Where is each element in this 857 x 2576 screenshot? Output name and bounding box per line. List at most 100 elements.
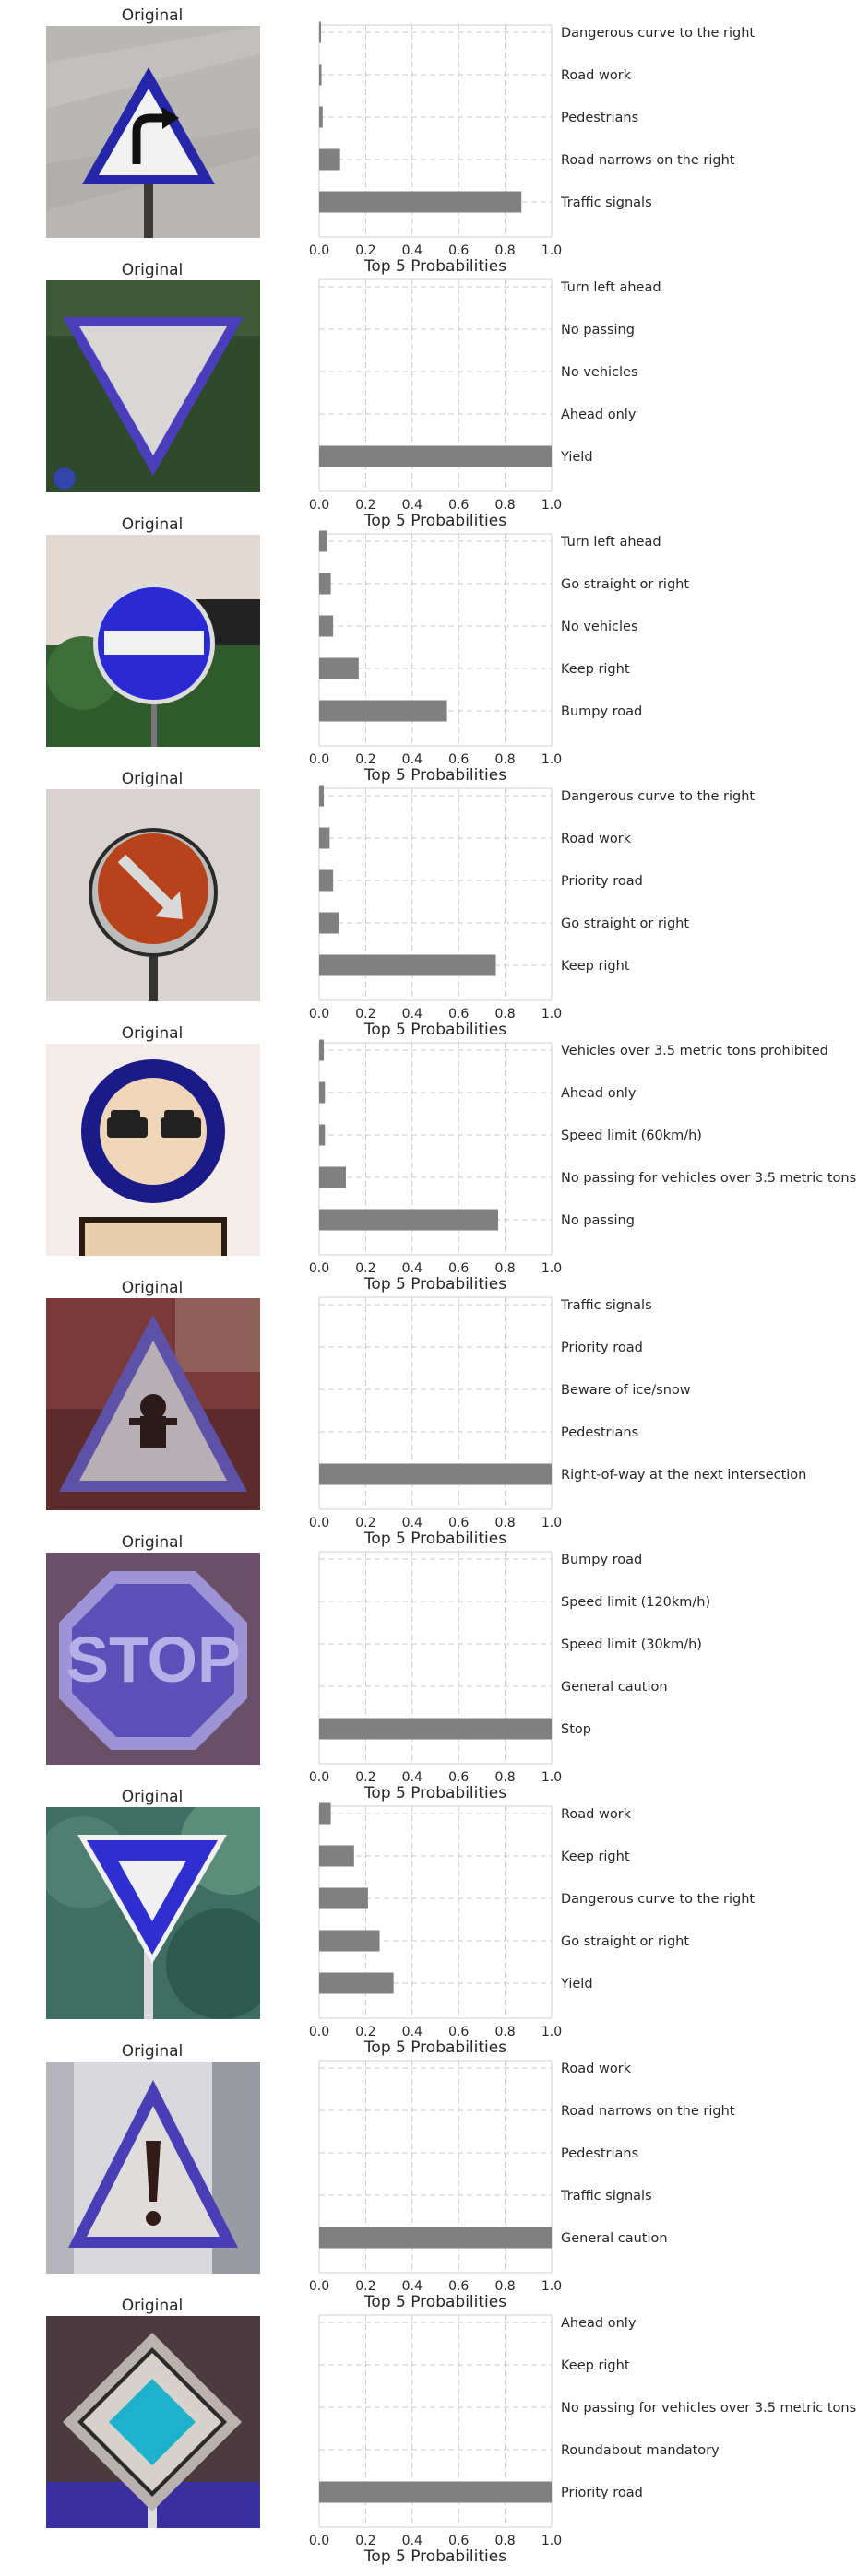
figure-grid: Original Traffic signals Road narrows on … bbox=[0, 0, 857, 2576]
probability-chart: Yield Go straight or right Dangerous curve… bbox=[304, 1792, 857, 2057]
probability-bar bbox=[319, 1081, 326, 1104]
probability-chart-svg: Priority road Roundabout mandatory No pass… bbox=[309, 2314, 856, 2566]
category-label: Go straight or right bbox=[561, 577, 689, 592]
x-tick-label: 0.2 bbox=[355, 243, 375, 258]
category-label: Traffic signals bbox=[560, 2189, 652, 2204]
image-title: Original bbox=[121, 2297, 184, 2315]
x-tick-label: 0.2 bbox=[355, 1261, 375, 1276]
x-tick-label: 0.0 bbox=[309, 498, 329, 513]
category-label: Road narrows on the right bbox=[561, 2104, 735, 2119]
probability-bar bbox=[319, 827, 330, 849]
probability-bar bbox=[319, 2481, 552, 2503]
category-label: No passing bbox=[561, 323, 635, 337]
x-tick-label: 0.2 bbox=[355, 1770, 375, 1785]
probability-bar bbox=[319, 912, 339, 934]
image-title: Original bbox=[121, 261, 184, 279]
category-label: General caution bbox=[561, 1680, 668, 1695]
x-tick-label: 0.0 bbox=[309, 1516, 329, 1530]
category-label: Ahead only bbox=[561, 1086, 637, 1101]
image-title: Original bbox=[121, 6, 184, 25]
probability-bar bbox=[319, 64, 322, 86]
x-tick-label: 1.0 bbox=[542, 243, 562, 258]
x-tick-label: 0.6 bbox=[448, 1770, 469, 1785]
category-label: Turn left ahead bbox=[560, 280, 661, 295]
probability-bar bbox=[319, 954, 496, 976]
category-label: No passing for vehicles over 3.5 metric … bbox=[561, 1171, 856, 1186]
probability-bar bbox=[319, 1039, 325, 1061]
category-label: Bumpy road bbox=[561, 1553, 642, 1567]
no-passing-sign-icon bbox=[46, 1044, 260, 1256]
probability-chart: No passing No passing for vehicles over 3… bbox=[304, 1029, 857, 1294]
x-tick-label: 1.0 bbox=[542, 1770, 562, 1785]
probability-chart-svg: Yield Go straight or right Dangerous curve… bbox=[309, 1802, 755, 2057]
image-title: Original bbox=[121, 2042, 184, 2061]
category-label: Road narrows on the right bbox=[561, 153, 735, 168]
probability-bar bbox=[319, 148, 340, 171]
x-tick-label: 0.2 bbox=[355, 2025, 375, 2039]
prediction-row: Original Yield Go straight or right Danger… bbox=[0, 1788, 857, 2057]
category-label: Speed limit (120km/h) bbox=[561, 1595, 710, 1610]
probability-bar bbox=[319, 657, 359, 679]
probability-chart-svg: General caution Traffic signals Pedestrian… bbox=[309, 2060, 735, 2311]
category-label: Yield bbox=[560, 450, 593, 465]
probability-chart-svg: Stop General caution Speed limit (30km/h) S… bbox=[309, 1551, 710, 1802]
probability-chart-svg: Traffic signals Road narrows on the right… bbox=[309, 21, 755, 276]
category-label: Dangerous curve to the right bbox=[561, 789, 755, 804]
category-label: Go straight or right bbox=[561, 916, 689, 931]
x-tick-label: 0.0 bbox=[309, 2025, 329, 2039]
x-tick-label: 0.6 bbox=[448, 1261, 469, 1276]
probability-bar bbox=[319, 785, 325, 807]
probability-bar bbox=[319, 1930, 380, 1952]
x-tick-label: 0.2 bbox=[355, 2534, 375, 2548]
x-tick-label: 0.4 bbox=[402, 498, 423, 513]
category-label: Bumpy road bbox=[561, 704, 642, 719]
probability-bar bbox=[319, 2227, 552, 2249]
x-tick-label: 0.6 bbox=[448, 2025, 469, 2039]
image-title: Original bbox=[121, 1024, 184, 1043]
x-tick-label: 0.2 bbox=[355, 1007, 375, 1022]
x-tick-label: 0.2 bbox=[355, 752, 375, 767]
right-of-way-sign-icon bbox=[46, 1298, 260, 1510]
x-tick-label: 0.2 bbox=[355, 2279, 375, 2294]
x-tick-label: 0.6 bbox=[448, 1007, 469, 1022]
x-tick-label: 0.4 bbox=[402, 752, 423, 767]
image-title: Original bbox=[121, 1533, 184, 1552]
image-title: Original bbox=[121, 515, 184, 534]
x-tick-label: 1.0 bbox=[542, 1007, 562, 1022]
category-label: Road work bbox=[561, 832, 632, 846]
prediction-row: Original Priority road Roundabout mandato… bbox=[0, 2297, 857, 2566]
x-tick-label: 0.6 bbox=[448, 243, 469, 258]
x-tick-label: 1.0 bbox=[542, 1261, 562, 1276]
category-label: Yield bbox=[560, 1977, 593, 1991]
x-tick-label: 0.0 bbox=[309, 1770, 329, 1785]
probability-bar bbox=[319, 21, 322, 43]
x-tick-label: 0.0 bbox=[309, 243, 329, 258]
category-label: Ahead only bbox=[561, 408, 637, 422]
probability-bar bbox=[319, 700, 447, 722]
priority-road-sign-icon bbox=[46, 2316, 260, 2528]
no-entry-sign-icon bbox=[46, 535, 260, 747]
category-label: Speed limit (60km/h) bbox=[561, 1128, 702, 1143]
x-tick-label: 0.6 bbox=[448, 2279, 469, 2294]
prediction-row: Original Keep right Go straight or right P… bbox=[0, 770, 857, 1039]
category-label: Priority road bbox=[561, 2486, 643, 2500]
probability-chart: Traffic signals Road narrows on the right… bbox=[304, 11, 857, 276]
x-tick-label: 0.8 bbox=[494, 243, 515, 258]
x-tick-label: 0.6 bbox=[448, 2534, 469, 2548]
x-tick-label: 0.8 bbox=[494, 1516, 515, 1530]
prediction-row: Original Right-of-way at the next inters… bbox=[0, 1279, 857, 1548]
category-label: Right-of-way at the next intersection bbox=[561, 1468, 806, 1483]
category-label: Turn left ahead bbox=[560, 535, 661, 549]
x-axis-label: Top 5 Probabilities bbox=[363, 2547, 506, 2566]
prediction-row: Original Bumpy road Keep right No vehicles… bbox=[0, 515, 857, 785]
category-label: Pedestrians bbox=[561, 2146, 638, 2161]
x-tick-label: 0.6 bbox=[448, 498, 469, 513]
prediction-row: Original General caution Traffic signals P… bbox=[0, 2042, 857, 2311]
probability-chart: General caution Traffic signals Pedestrian… bbox=[304, 2047, 857, 2311]
probability-chart-svg: Bumpy road Keep right No vehicles Go straig… bbox=[309, 530, 689, 785]
probability-bar bbox=[319, 106, 323, 128]
category-label: Priority road bbox=[561, 1341, 643, 1355]
category-label: Dangerous curve to the right bbox=[561, 26, 755, 41]
probability-bar bbox=[319, 1166, 346, 1188]
x-tick-label: 1.0 bbox=[542, 1516, 562, 1530]
